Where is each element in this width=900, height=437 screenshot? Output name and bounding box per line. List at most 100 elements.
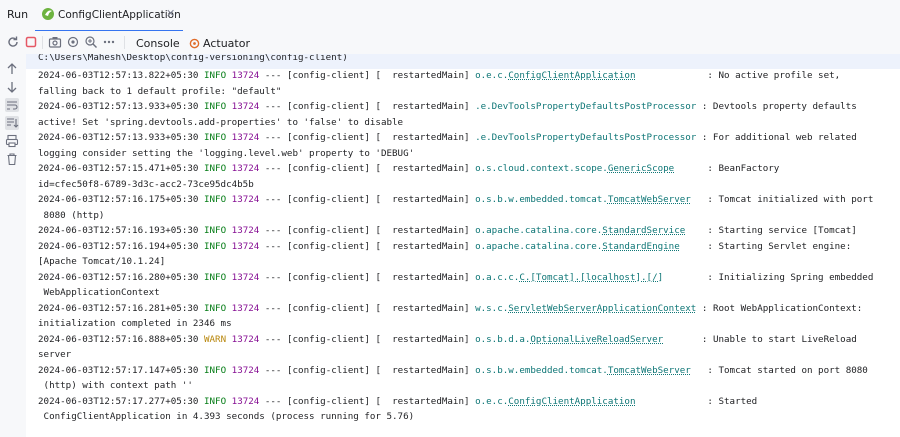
spring-boot-icon (42, 8, 54, 20)
scroll-up-icon[interactable] (5, 62, 19, 76)
log-level: INFO (203, 240, 227, 252)
process-id: 13724 (231, 132, 260, 143)
logger-class-link[interactable]: ConfigClientApplication (508, 70, 635, 81)
stop-icon[interactable] (24, 35, 38, 49)
logger-prefix: o.a.c.c. (475, 271, 520, 283)
logger-class-link[interactable]: ConfigClientApplication (508, 396, 635, 407)
timestamp: 2024-06-03T12:57:16.193+05:30 (38, 225, 199, 236)
log-level: INFO (203, 395, 227, 407)
thread-info: --- [config-client] [ restartedMain] (259, 101, 476, 112)
tool-window-header: Run ConfigClientApplication ✕ (0, 0, 900, 32)
logger-class-link[interactable]: C.[Tomcat].[localhost].[/] (519, 272, 663, 283)
profiler-icon[interactable] (84, 35, 98, 49)
log-message: : For additional web related (696, 132, 857, 143)
timestamp: 2024-06-03T12:57:16.194+05:30 (38, 240, 199, 252)
thread-info: --- [config-client] [ restartedMain] (259, 271, 476, 283)
tab-console[interactable]: Console (136, 37, 180, 50)
log-line-continuation: initialization completed in 2346 ms (38, 318, 232, 329)
log-level: INFO (203, 70, 227, 81)
log-line: 2024-06-03T12:57:16.175+05:30 INFO 13724… (38, 192, 873, 207)
timestamp: 2024-06-03T12:57:17.277+05:30 (38, 395, 199, 407)
logger-prefix: o.s.b.w.embedded.tomcat. (475, 364, 608, 376)
logger-padding (636, 70, 702, 81)
logger-class-link[interactable]: StandardEngine (602, 241, 679, 252)
log-message: : Root WebApplicationContext: (696, 302, 863, 314)
run-tool-window-title: Run (7, 8, 29, 21)
logger-padding (636, 396, 702, 407)
soft-wrap-icon[interactable] (5, 98, 19, 112)
log-message: : Tomcat started on port 8080 (701, 364, 868, 376)
more-icon[interactable] (102, 35, 116, 49)
logger-class-link[interactable]: ServletWebServerApplicationContext (508, 303, 696, 314)
logger-prefix: o.s.b.d.a. (475, 333, 531, 345)
logger-class-link[interactable]: TomcatWebServer (608, 194, 691, 205)
log-line: 2024-06-03T12:57:17.147+05:30 INFO 13724… (38, 363, 868, 378)
log-line-continuation: [Apache Tomcat/10.1.24] (38, 256, 166, 267)
console-side-toolbar (0, 54, 26, 437)
log-line-continuation: id=cfec50f8-6789-3d3c-acc2-73ce95dc4b5b (38, 178, 254, 190)
log-line: 2024-06-03T12:57:16.193+05:30 INFO 13724… (38, 223, 857, 238)
log-line: 2024-06-03T12:57:16.888+05:30 WARN 13724… (38, 332, 857, 347)
logger-class-link[interactable]: GenericScope (608, 163, 674, 174)
process-id: 13724 (231, 240, 260, 252)
close-icon[interactable]: ✕ (166, 7, 175, 20)
process-id: 13724 (231, 302, 260, 314)
log-message: : Started (701, 395, 758, 407)
scroll-to-end-icon[interactable] (5, 116, 19, 130)
log-line-continuation: active! Set 'spring.devtools.add-propert… (38, 116, 404, 128)
process-id: 13724 (231, 271, 260, 283)
log-level: INFO (203, 302, 227, 314)
settings-icon[interactable] (66, 35, 80, 49)
trash-icon[interactable] (5, 152, 19, 166)
thread-info: --- [config-client] [ restartedMain] (259, 240, 476, 252)
timestamp: 2024-06-03T12:57:15.471+05:30 (38, 163, 199, 174)
logger-padding (680, 241, 702, 252)
toolbar-divider (42, 36, 43, 49)
process-id: 13724 (231, 70, 260, 81)
timestamp: 2024-06-03T12:57:16.280+05:30 (38, 271, 199, 283)
log-message: : No active profile set, (701, 70, 841, 81)
toolbar-divider (124, 36, 125, 49)
thread-info: --- [config-client] [ restartedMain] (259, 395, 476, 407)
logger-prefix: o.apache.catalina.core. (475, 225, 603, 236)
console-output[interactable]: C:\Users\Mahesh\Desktop\config-versionin… (26, 54, 900, 437)
tab-label: Actuator (203, 37, 250, 50)
log-message: : Initializing Spring embedded (701, 271, 874, 283)
thread-info: --- [config-client] [ restartedMain] (259, 364, 476, 376)
thread-info: --- [config-client] [ restartedMain] (259, 163, 476, 174)
log-line: 2024-06-03T12:57:13.933+05:30 INFO 13724… (38, 99, 857, 114)
log-line-continuation: 8080 (http) (38, 209, 105, 221)
log-level: INFO (203, 194, 227, 205)
logger-prefix: o.apache.catalina.core. (475, 240, 603, 252)
timestamp: 2024-06-03T12:57:13.933+05:30 (38, 132, 199, 143)
process-id: 13724 (231, 395, 260, 407)
console-path-line: C:\Users\Mahesh\Desktop\config-versionin… (38, 54, 348, 63)
log-message: : Devtools property defaults (696, 101, 857, 112)
thread-info: --- [config-client] [ restartedMain] (259, 70, 476, 81)
log-level: WARN (203, 333, 227, 345)
tab-config-client-application[interactable]: ConfigClientApplication ✕ (35, 0, 183, 32)
logger-class-link[interactable]: TomcatWebServer (608, 365, 691, 376)
log-line-continuation: server (38, 349, 72, 360)
log-level: INFO (203, 163, 227, 174)
logger-padding (685, 225, 702, 236)
thread-info: --- [config-client] [ restartedMain] (259, 225, 476, 236)
logger-class-link[interactable]: OptionalLiveReloadServer (530, 334, 663, 345)
log-line-continuation: logging consider setting the 'logging.le… (38, 147, 415, 159)
log-line: 2024-06-03T12:57:16.281+05:30 INFO 13724… (38, 301, 862, 316)
print-icon[interactable] (5, 134, 19, 148)
process-id: 13724 (231, 225, 260, 236)
logger-padding (674, 163, 702, 174)
logger-class-link[interactable]: StandardService (602, 225, 685, 236)
logger-padding (691, 194, 702, 205)
rerun-icon[interactable] (6, 35, 20, 49)
log-message: : Starting Servlet engine: (701, 240, 852, 252)
scroll-down-icon[interactable] (5, 80, 19, 94)
logger-prefix: o.s.b.w.embedded.tomcat. (475, 194, 608, 205)
log-message: : Unable to start LiveReload (696, 333, 857, 345)
log-level: INFO (203, 132, 227, 143)
log-level: INFO (203, 225, 227, 236)
camera-icon[interactable] (48, 35, 62, 49)
logger-padding (663, 334, 696, 345)
logger-prefix: w.s.c. (475, 302, 509, 314)
